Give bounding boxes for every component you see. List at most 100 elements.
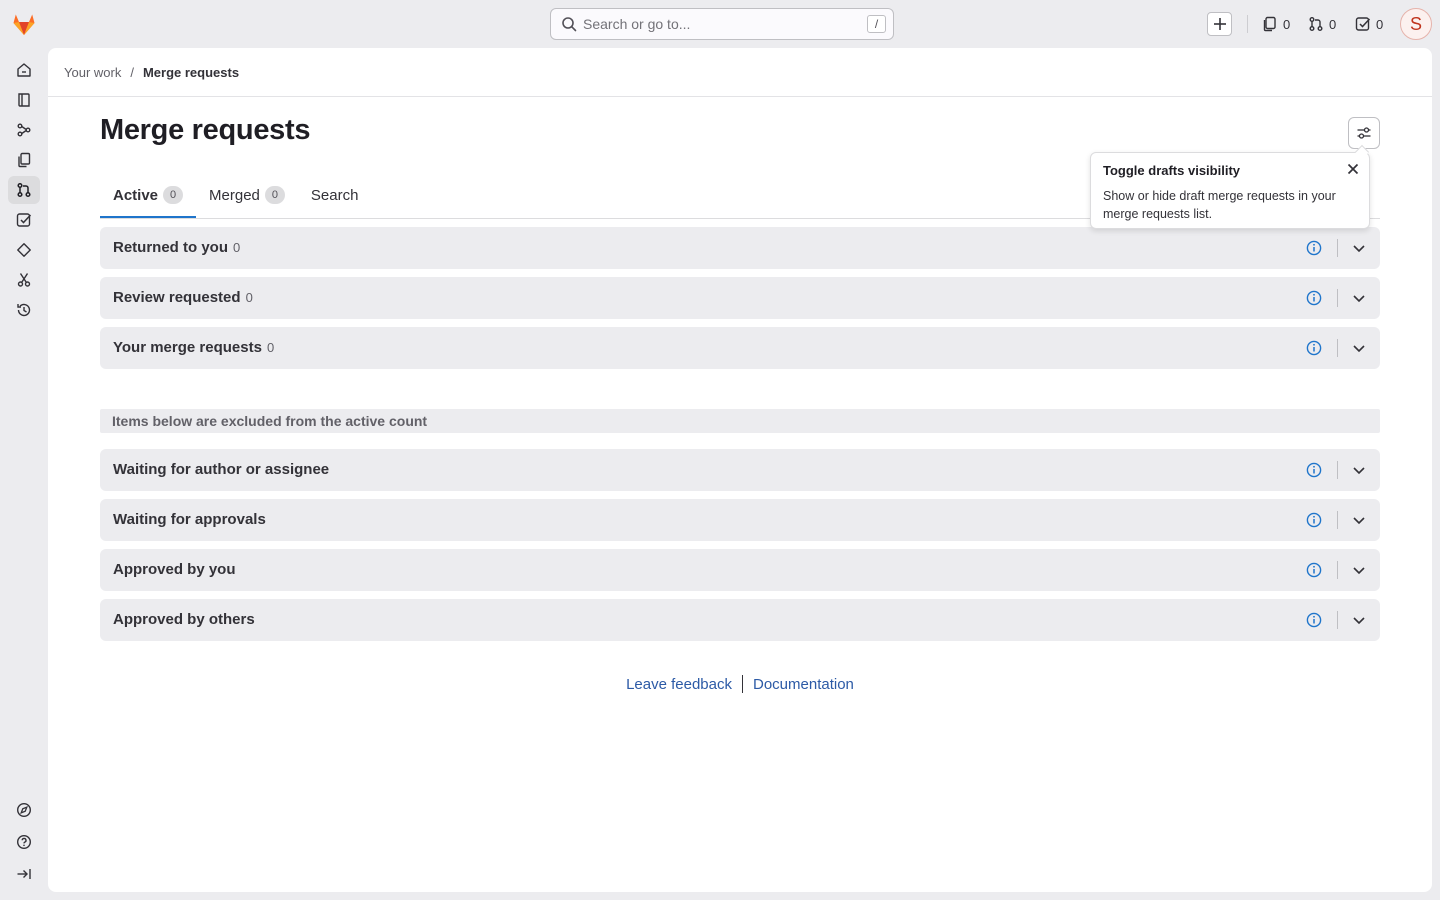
user-avatar[interactable]: S	[1400, 8, 1432, 40]
section-title-text: Returned to you	[113, 239, 228, 256]
sidebar-help[interactable]	[8, 828, 40, 856]
gitlab-logo-icon[interactable]	[10, 10, 38, 38]
section-title: Returned to you 0	[113, 239, 240, 256]
section-title: Your merge requests 0	[113, 339, 274, 356]
section-separator	[1337, 611, 1338, 629]
search-input[interactable]: Search or go to... /	[550, 8, 894, 40]
section-returned-to-you[interactable]: Returned to you 0	[100, 227, 1380, 269]
merge-request-icon	[17, 182, 31, 198]
excluded-note: Items below are excluded from the active…	[100, 409, 1380, 433]
home-icon	[17, 63, 31, 77]
section-approved-by-you[interactable]: Approved by you	[100, 549, 1380, 591]
search-shortcut-badge: /	[867, 15, 886, 33]
section-title-text: Review requested	[113, 289, 241, 306]
preferences-icon	[1357, 127, 1371, 139]
documentation-link[interactable]: Documentation	[753, 676, 854, 693]
section-title: Waiting for author or assignee	[113, 461, 330, 478]
help-icon	[16, 834, 32, 850]
tab-merged[interactable]: Merged 0	[196, 172, 298, 218]
scissors-icon	[17, 273, 31, 287]
sidebar-item-projects[interactable]	[8, 86, 40, 114]
page-title: Merge requests	[100, 114, 311, 146]
section-separator	[1337, 511, 1338, 529]
sidebar-item-snippets[interactable]	[8, 146, 40, 174]
section-waiting-for-approvals[interactable]: Waiting for approvals	[100, 499, 1380, 541]
section-separator	[1337, 561, 1338, 579]
section-your-merge-requests[interactable]: Your merge requests 0	[100, 327, 1380, 369]
section-count: 0	[233, 240, 241, 255]
section-review-requested[interactable]: Review requested 0	[100, 277, 1380, 319]
section-approved-by-others[interactable]: Approved by others	[100, 599, 1380, 641]
merge-requests-counter[interactable]: 0	[1308, 12, 1336, 36]
drafts-popover: Toggle drafts visibility Show or hide dr…	[1090, 144, 1370, 229]
todos-count: 0	[1376, 16, 1384, 32]
info-icon[interactable]	[1306, 240, 1322, 256]
footer-links: Leave feedback Documentation	[48, 675, 1432, 693]
close-icon[interactable]	[1345, 161, 1361, 177]
explore-icon	[16, 802, 32, 818]
info-icon[interactable]	[1306, 562, 1322, 578]
sidebar-collapse[interactable]	[8, 860, 40, 888]
info-icon[interactable]	[1306, 512, 1322, 528]
chevron-down-icon[interactable]	[1351, 240, 1367, 256]
section-separator	[1337, 239, 1338, 257]
todo-icon	[16, 213, 32, 227]
chevron-down-icon[interactable]	[1351, 462, 1367, 478]
section-title: Approved by you	[113, 561, 236, 578]
tab-merged-label: Merged	[209, 186, 260, 204]
todo-icon	[1355, 17, 1371, 31]
section-title: Approved by others	[113, 611, 255, 628]
topbar-divider	[1247, 15, 1248, 33]
issues-counter[interactable]: 0	[1262, 12, 1290, 36]
workflow-icon	[17, 123, 31, 137]
section-count: 0	[266, 340, 275, 355]
footer-separator	[742, 675, 743, 693]
todos-counter[interactable]: 0	[1355, 12, 1383, 36]
issues-icon	[18, 93, 30, 107]
snippet-icon	[18, 152, 31, 168]
info-icon[interactable]	[1306, 340, 1322, 356]
section-separator	[1337, 289, 1338, 307]
sidebar-item-snippets-scissors[interactable]	[8, 266, 40, 294]
breadcrumb-separator: /	[130, 65, 134, 80]
search-placeholder: Search or go to...	[583, 16, 691, 32]
sidebar-item-activity[interactable]	[8, 296, 40, 324]
top-bar: Search or go to... / 0 0 0 S	[0, 0, 1440, 48]
chevron-down-icon[interactable]	[1351, 512, 1367, 528]
history-icon	[17, 303, 31, 317]
breadcrumb-your-work[interactable]: Your work	[64, 65, 121, 80]
merge-request-icon	[1309, 17, 1323, 31]
leave-feedback-link[interactable]: Leave feedback	[626, 676, 732, 693]
sidebar-item-milestones[interactable]	[8, 236, 40, 264]
tab-active[interactable]: Active 0	[100, 172, 197, 218]
sidebar-item-todos[interactable]	[8, 206, 40, 234]
tab-active-count: 0	[163, 186, 184, 204]
sidebar-item-merge-requests[interactable]	[8, 176, 40, 204]
tabs: Active 0 Merged 0 Search	[100, 172, 371, 218]
breadcrumb-current[interactable]: Merge requests	[143, 65, 239, 80]
popover-body: Show or hide draft merge requests in you…	[1103, 189, 1336, 221]
create-new-button[interactable]	[1207, 12, 1232, 36]
tab-merged-count: 0	[264, 186, 285, 204]
chevron-down-icon[interactable]	[1351, 612, 1367, 628]
sidebar-explore[interactable]	[8, 796, 40, 824]
merge-requests-count: 0	[1329, 16, 1337, 32]
chevron-down-icon[interactable]	[1351, 340, 1367, 356]
info-icon[interactable]	[1306, 462, 1322, 478]
sidebar-item-groups[interactable]	[8, 116, 40, 144]
tab-active-label: Active	[113, 186, 159, 204]
sidebar-item-home[interactable]	[8, 56, 40, 84]
section-title: Waiting for approvals	[113, 511, 266, 528]
section-waiting-for-author[interactable]: Waiting for author or assignee	[100, 449, 1380, 491]
drafts-settings-button[interactable]	[1348, 117, 1380, 149]
popover-title: Toggle drafts visibility	[1103, 163, 1241, 178]
chevron-down-icon[interactable]	[1351, 290, 1367, 306]
tab-search-label: Search	[310, 186, 359, 204]
milestone-icon	[17, 243, 31, 257]
info-icon[interactable]	[1306, 612, 1322, 628]
chevron-down-icon[interactable]	[1351, 562, 1367, 578]
info-icon[interactable]	[1306, 290, 1322, 306]
breadcrumb: Your work / Merge requests	[64, 65, 239, 80]
tab-search[interactable]: Search	[298, 172, 372, 218]
issues-count: 0	[1283, 16, 1291, 32]
